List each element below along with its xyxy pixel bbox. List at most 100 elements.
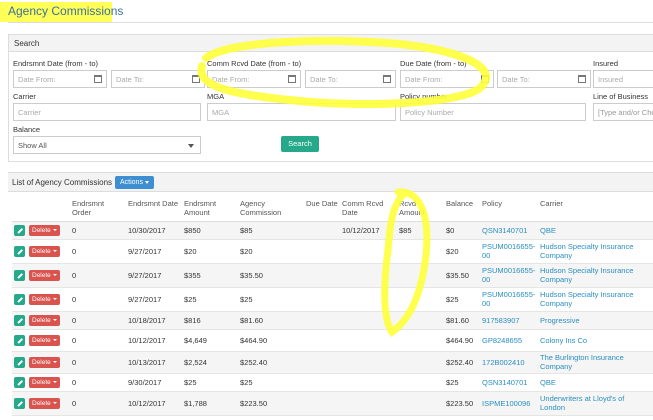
column-header[interactable]: Endrsmnt Amount [182,197,238,222]
cell-balance: $0 [444,221,480,240]
cell-comm-rcvd [340,329,397,352]
cell-carrier[interactable]: Colony Ins Co [538,329,653,352]
cell-commission: $35.50 [238,263,304,288]
comm-rcvd-date-to-input[interactable]: Date To: [305,70,396,88]
search-button[interactable]: Search [281,136,319,152]
delete-button[interactable]: Delete [29,376,60,388]
row-actions: Delete [12,263,70,288]
mga-label: MGA [207,92,225,101]
edit-icon[interactable] [14,356,25,368]
cell-balance: $464.90 [444,329,480,352]
due-date-to-input[interactable]: Date To: [497,70,591,88]
calendar-icon[interactable] [288,75,296,83]
edit-icon[interactable] [14,334,25,346]
delete-button[interactable]: Delete [29,334,60,346]
delete-button[interactable]: Delete [29,224,60,236]
column-header[interactable]: Comm Rcvd Date [340,197,397,222]
delete-button[interactable]: Delete [29,245,60,257]
cell-rcvd [397,311,444,330]
cell-carrier[interactable]: Hudson Specialty Insurance Company [538,263,653,288]
insured-input[interactable]: Insured [593,70,653,88]
cell-carrier[interactable]: Underwriters at Lloyd's of London [538,391,653,416]
cell-policy[interactable]: PSUM0016655-00 [480,263,538,288]
balance-select[interactable]: Show All [13,136,201,154]
column-header[interactable]: Balance [444,197,480,222]
cell-comm-rcvd [340,287,397,312]
delete-button[interactable]: Delete [29,397,60,409]
edit-icon[interactable] [14,397,25,409]
cell-commission: $85 [238,221,304,240]
cell-date: 9/30/2017 [126,373,182,392]
chevron-down-icon [188,144,194,148]
cell-order: 0 [70,391,126,416]
cell-order: 0 [70,221,126,240]
title-divider [8,22,653,23]
cell-comm-rcvd [340,391,397,416]
column-header[interactable]: Endrsmnt Date [126,197,182,222]
edit-icon[interactable] [14,269,25,281]
delete-button[interactable]: Delete [29,269,60,281]
cell-amount: $25 [182,287,238,312]
column-header[interactable]: Agency Commission [238,197,304,222]
delete-button[interactable]: Delete [29,293,60,305]
calendar-icon[interactable] [578,75,586,83]
cell-amount: $4,649 [182,329,238,352]
cell-balance: $252.40 [444,351,480,374]
carrier-label: Carrier [13,92,36,101]
edit-icon[interactable] [14,314,25,326]
cell-carrier[interactable]: QBE [538,373,653,392]
actions-button[interactable]: Actions [115,176,154,189]
cell-policy[interactable]: GP8248655 [480,329,538,352]
line-of-business-input[interactable]: [Type and/or Che [593,103,653,121]
cell-carrier[interactable]: QBE [538,221,653,240]
cell-policy[interactable]: ISPME100096 [480,391,538,416]
edit-icon[interactable] [14,245,25,257]
delete-button[interactable]: Delete [29,314,60,326]
cell-carrier[interactable]: Hudson Specialty Insurance Company [538,239,653,264]
carrier-input[interactable]: Carrier [13,103,201,121]
cell-comm-rcvd [340,351,397,374]
table-header-row: Endrsmnt Order Endrsmnt Date Endrsmnt Am… [12,197,653,222]
calendar-icon[interactable] [94,75,102,83]
edit-icon[interactable] [14,293,25,305]
delete-button[interactable]: Delete [29,356,60,368]
cell-order: 0 [70,287,126,312]
column-header[interactable]: Carrier [538,197,653,222]
calendar-icon[interactable] [192,75,200,83]
calendar-icon[interactable] [481,75,489,83]
policy-number-input[interactable]: Policy Number [400,103,586,121]
cell-commission: $223.50 [238,391,304,416]
column-header[interactable]: Rcvd Amount [397,197,444,222]
cell-balance: $81.60 [444,311,480,330]
cell-due [304,287,340,312]
cell-carrier[interactable]: The Burlington Insurance Company [538,351,653,374]
chevron-down-icon [52,249,57,252]
edit-icon[interactable] [14,224,25,236]
cell-amount: $1,788 [182,391,238,416]
cell-comm-rcvd: 10/12/2017 [340,221,397,240]
endorsement-date-from-input[interactable]: Date From: [13,70,107,88]
cell-policy[interactable]: 172B002410 [480,351,538,374]
cell-commission: $81.60 [238,311,304,330]
cell-carrier[interactable]: Progressive [538,311,653,330]
column-header[interactable]: Policy [480,197,538,222]
row-actions: Delete [12,391,70,416]
table-row: Delete 0 9/30/2017 $25 $25 $25 QSN3140701 QBE [12,373,653,392]
column-header[interactable]: Due Date [304,197,340,222]
mga-input[interactable]: MGA [207,103,396,121]
due-date-from-input[interactable]: Date From: [400,70,494,88]
calendar-icon[interactable] [383,75,391,83]
cell-date: 10/12/2017 [126,329,182,352]
cell-policy[interactable]: PSUM0016655-00 [480,239,538,264]
column-header[interactable]: Endrsmnt Order [70,197,126,222]
cell-carrier[interactable]: Hudson Specialty Insurance Company [538,287,653,312]
endorsement-date-to-input[interactable]: Date To: [111,70,205,88]
cell-policy[interactable]: PSUM0016655-00 [480,287,538,312]
cell-order: 0 [70,373,126,392]
chevron-down-icon [52,228,57,231]
cell-policy[interactable]: QSN3140701 [480,221,538,240]
edit-icon[interactable] [14,376,25,388]
comm-rcvd-date-from-input[interactable]: Date From: [207,70,301,88]
cell-policy[interactable]: QSN3140701 [480,373,538,392]
cell-policy[interactable]: 917583907 [480,311,538,330]
